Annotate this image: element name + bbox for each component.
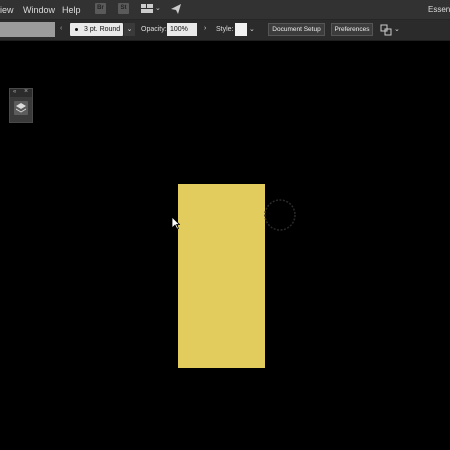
- pointer-cursor-icon: [171, 216, 180, 230]
- stroke-swatch[interactable]: [0, 22, 55, 37]
- bridge-icon[interactable]: Br: [95, 3, 106, 14]
- brush-dropdown-button[interactable]: ⌄: [124, 23, 135, 36]
- brush-label: 3 pt. Round: [84, 26, 121, 33]
- chevron-down-icon[interactable]: ⌄: [249, 25, 255, 33]
- brush-dot-icon: [75, 28, 78, 31]
- menu-bar: iew Window Help Br St ⌄ Essenti: [0, 0, 450, 20]
- brush-cursor-icon: [264, 199, 296, 231]
- menu-help[interactable]: Help: [62, 5, 81, 15]
- style-label: Style:: [216, 26, 234, 33]
- stock-icon[interactable]: St: [118, 3, 129, 14]
- style-swatch[interactable]: [235, 23, 247, 36]
- chevron-down-icon[interactable]: ⌄: [155, 4, 161, 12]
- chevron-left-icon[interactable]: ‹: [60, 25, 62, 32]
- send-icon[interactable]: [170, 3, 182, 15]
- opacity-label[interactable]: Opacity:: [141, 26, 167, 33]
- document-setup-button[interactable]: Document Setup: [268, 23, 325, 36]
- chevron-down-icon[interactable]: ⌄: [394, 25, 400, 33]
- menu-view[interactable]: iew: [0, 5, 14, 15]
- layers-panel: « ×: [9, 88, 33, 123]
- control-bar: ‹ 3 pt. Round ⌄ Opacity: 100% › Style: ⌄…: [0, 20, 450, 41]
- brush-definition-dropdown[interactable]: 3 pt. Round: [70, 23, 123, 36]
- yellow-rectangle[interactable]: [178, 184, 265, 368]
- arrange-icon[interactable]: [380, 24, 392, 36]
- opacity-input[interactable]: 100%: [167, 23, 197, 36]
- workspace-switcher-icon[interactable]: [141, 4, 153, 13]
- preferences-button[interactable]: Preferences: [331, 23, 373, 36]
- layers-icon[interactable]: [14, 101, 28, 115]
- workspace-label[interactable]: Essenti: [428, 5, 450, 14]
- chevron-right-icon[interactable]: ›: [204, 25, 206, 32]
- menu-window[interactable]: Window: [23, 5, 55, 15]
- collapse-icon[interactable]: «: [13, 89, 16, 95]
- close-icon[interactable]: ×: [24, 88, 28, 95]
